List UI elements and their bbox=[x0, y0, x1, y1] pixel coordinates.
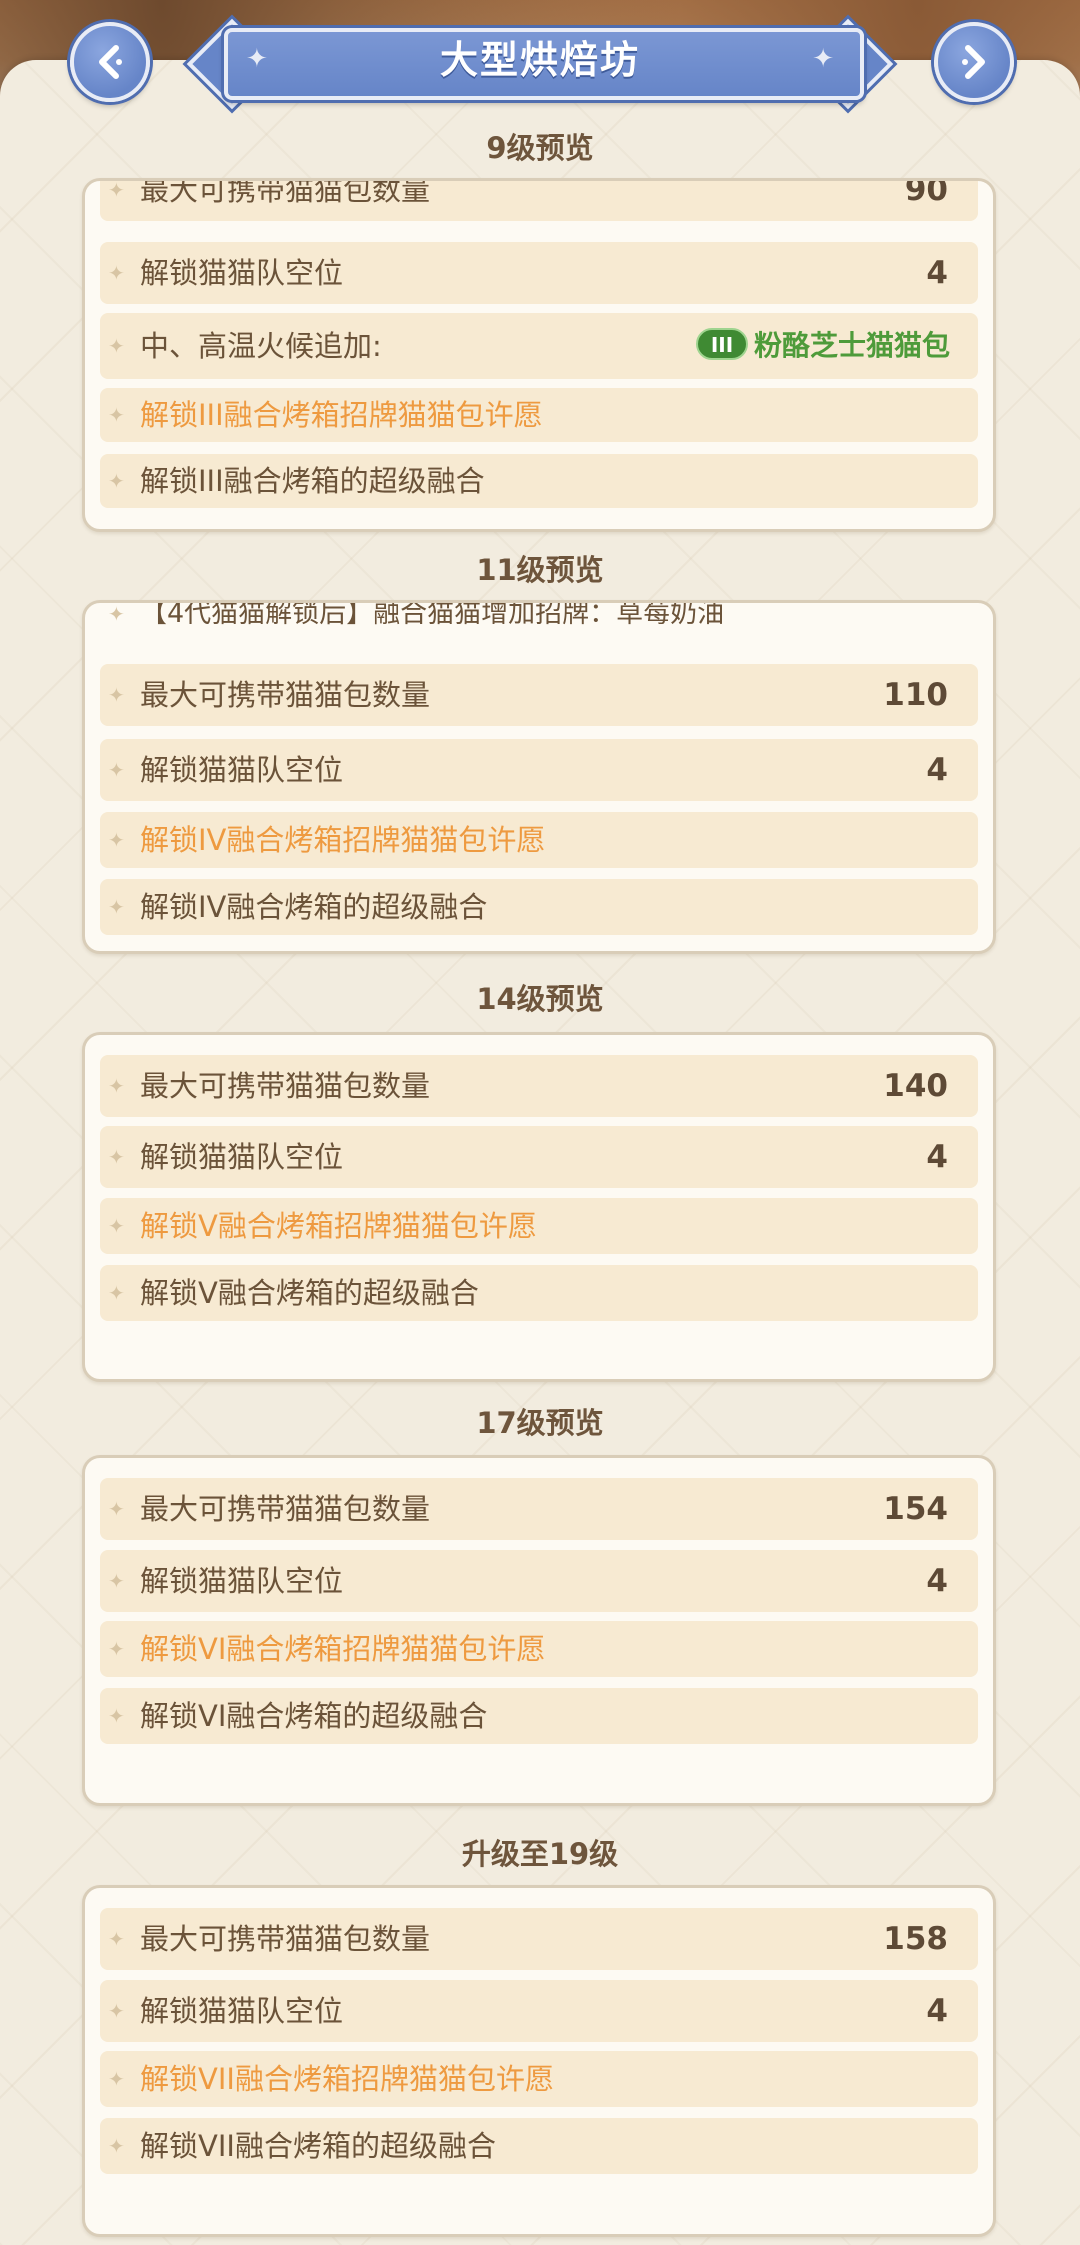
row-label: 解锁VI融合烤箱招牌猫猫包许愿 bbox=[140, 1632, 546, 1666]
row-label: 解锁猫猫队空位 bbox=[140, 1994, 344, 2028]
row-label: 解锁猫猫队空位 bbox=[140, 753, 344, 787]
sparkle-icon: ✦ bbox=[108, 2067, 125, 2091]
list-item: ✦ 解锁IV融合烤箱招牌猫猫包许愿 bbox=[100, 812, 978, 868]
list-item: ✦ 解锁猫猫队空位 4 bbox=[100, 1126, 978, 1188]
sparkle-icon: ✦ bbox=[108, 403, 125, 427]
sparkle-icon: ✦ bbox=[108, 895, 125, 919]
sparkle-icon: ✦ bbox=[108, 1704, 125, 1728]
list-item: ✦ 解锁Ⅴ融合烤箱的超级融合 bbox=[100, 1265, 978, 1321]
list-item: ✦ 解锁猫猫队空位 4 bbox=[100, 739, 978, 801]
list-item: ✦ 最大可携带猫猫包数量 110 bbox=[100, 664, 978, 726]
list-item: ✦ 解锁III融合烤箱的超级融合 bbox=[100, 454, 978, 508]
sparkle-icon: ✦ bbox=[108, 469, 125, 493]
list-item: ✦ 解锁VI融合烤箱的超级融合 bbox=[100, 1688, 978, 1744]
list-item: ✦ 解锁猫猫队空位 4 bbox=[100, 1550, 978, 1612]
sparkle-icon: ✦ bbox=[108, 1999, 125, 2023]
prev-building-button[interactable] bbox=[70, 22, 150, 102]
row-value: 158 bbox=[883, 1921, 948, 1957]
row-label: 解锁IV融合烤箱的超级融合 bbox=[140, 890, 488, 924]
row-label: 解锁IV融合烤箱招牌猫猫包许愿 bbox=[140, 823, 546, 857]
row-label: 最大可携带猫猫包数量 bbox=[140, 678, 431, 712]
row-label: 最大可携带猫猫包数量 bbox=[140, 1492, 431, 1526]
row-label: 解锁猫猫队空位 bbox=[140, 1140, 344, 1174]
row-label: 最大可携带猫猫包数量 bbox=[140, 1069, 431, 1103]
sparkle-icon: ✦ bbox=[108, 2134, 125, 2158]
sparkle-icon: ✦ bbox=[108, 602, 125, 626]
preview-card-level-14[interactable]: ✦ 最大可携带猫猫包数量 140 ✦ 解锁猫猫队空位 4 ✦ 解锁V融合烤箱招牌… bbox=[82, 1032, 996, 1382]
row-label: 最大可携带猫猫包数量 bbox=[140, 1922, 431, 1956]
sparkle-icon: ✦ bbox=[108, 1927, 125, 1951]
list-item: ✦ 最大可携带猫猫包数量 140 bbox=[100, 1055, 978, 1117]
row-label: 解锁Ⅴ融合烤箱的超级融合 bbox=[140, 1276, 479, 1310]
row-label: 解锁V融合烤箱招牌猫猫包许愿 bbox=[140, 1209, 537, 1243]
row-label: 解锁III融合烤箱招牌猫猫包许愿 bbox=[140, 398, 543, 432]
list-item: ✦ 最大可携带猫猫包数量 90 bbox=[100, 178, 978, 221]
list-item: ✦ 【4代猫猫解锁后】融合猫猫增加招牌：草莓奶油 bbox=[100, 600, 978, 645]
list-item: ✦ 解锁VI融合烤箱招牌猫猫包许愿 bbox=[100, 1621, 978, 1677]
row-value: 4 bbox=[926, 752, 948, 788]
sparkle-icon: ✦ bbox=[108, 1637, 125, 1661]
sparkle-icon: ✦ bbox=[108, 683, 125, 707]
row-value: 154 bbox=[883, 1491, 948, 1527]
page-title: 大型烘焙坊 bbox=[439, 38, 640, 82]
sparkle-icon: ✦ bbox=[108, 178, 125, 202]
row-value: 110 bbox=[883, 677, 948, 713]
list-item: ✦ 最大可携带猫猫包数量 158 bbox=[100, 1908, 978, 1970]
preview-card-level-9[interactable]: ✦ 最大可携带猫猫包数量 90 ✦ 解锁猫猫队空位 4 ✦ 中、高温火候追加: … bbox=[82, 178, 996, 532]
sparkle-icon: ✦ bbox=[108, 1569, 125, 1593]
row-value: 4 bbox=[926, 1993, 948, 2029]
sparkle-icon: ✦ bbox=[108, 1145, 125, 1169]
list-item: ✦ 中、高温火候追加: III 粉酪芝士猫猫包 bbox=[100, 313, 978, 379]
sparkle-icon: ✦ bbox=[108, 1281, 125, 1305]
list-item: ✦ 解锁VII融合烤箱的超级融合 bbox=[100, 2118, 978, 2174]
list-item: ✦ 解锁III融合烤箱招牌猫猫包许愿 bbox=[100, 388, 978, 442]
sparkle-icon: ✦ bbox=[108, 758, 125, 782]
row-label: 【4代猫猫解锁后】融合猫猫增加招牌：草莓奶油 bbox=[140, 600, 725, 629]
list-item: ✦ 最大可携带猫猫包数量 154 bbox=[100, 1478, 978, 1540]
section-title-level-19: 升级至19级 bbox=[461, 1837, 619, 1871]
list-item: ✦ 解锁V融合烤箱招牌猫猫包许愿 bbox=[100, 1198, 978, 1254]
sparkle-icon: ✦ bbox=[108, 1497, 125, 1521]
row-label: 解锁猫猫队空位 bbox=[140, 1564, 344, 1598]
chevron-right-icon bbox=[962, 45, 985, 79]
sparkle-icon: ✦ bbox=[108, 1214, 125, 1238]
sparkle-icon: ✦ bbox=[108, 261, 125, 285]
row-value: 140 bbox=[883, 1068, 948, 1104]
preview-card-level-11[interactable]: ✦ 【4代猫猫解锁后】融合猫猫增加招牌：草莓奶油 ✦ 最大可携带猫猫包数量 11… bbox=[82, 600, 996, 954]
row-value: 90 bbox=[904, 178, 948, 208]
row-label: 解锁VII融合烤箱的超级融合 bbox=[140, 2129, 496, 2163]
row-value: 4 bbox=[926, 1563, 948, 1599]
preview-card-level-17[interactable]: ✦ 最大可携带猫猫包数量 154 ✦ 解锁猫猫队空位 4 ✦ 解锁VI融合烤箱招… bbox=[82, 1455, 996, 1806]
chevron-left-icon bbox=[99, 45, 122, 79]
sparkle-icon: ✦ bbox=[108, 828, 125, 852]
row-label: 中、高温火候追加: bbox=[140, 329, 382, 363]
sparkle-icon: ✦ bbox=[108, 1074, 125, 1098]
row-label: 最大可携带猫猫包数量 bbox=[140, 178, 431, 207]
sparkle-icon: ✦ bbox=[108, 334, 125, 358]
section-title-level-9: 9级预览 bbox=[486, 131, 594, 165]
list-item: ✦ 解锁猫猫队空位 4 bbox=[100, 1980, 978, 2042]
reward-name: 粉酪芝士猫猫包 bbox=[753, 329, 950, 362]
row-label: 解锁猫猫队空位 bbox=[140, 256, 344, 290]
section-title-level-11: 11级预览 bbox=[476, 553, 604, 587]
next-building-button[interactable] bbox=[934, 22, 1014, 102]
section-title-level-17: 17级预览 bbox=[476, 1406, 604, 1440]
tier-badge: III bbox=[695, 328, 748, 360]
list-item: ✦ 解锁VII融合烤箱招牌猫猫包许愿 bbox=[100, 2051, 978, 2107]
list-item: ✦ 解锁猫猫队空位 4 bbox=[100, 242, 978, 304]
row-label: 解锁VI融合烤箱的超级融合 bbox=[140, 1699, 488, 1733]
row-label: 解锁VII融合烤箱招牌猫猫包许愿 bbox=[140, 2062, 554, 2096]
title-banner: ✦ ✦ 大型烘焙坊 bbox=[186, 18, 894, 110]
row-label: 解锁III融合烤箱的超级融合 bbox=[140, 464, 485, 498]
list-item: ✦ 解锁IV融合烤箱的超级融合 bbox=[100, 879, 978, 935]
row-value: 4 bbox=[926, 1139, 948, 1175]
reward-item[interactable]: III 粉酪芝士猫猫包 bbox=[695, 313, 950, 379]
preview-card-level-19[interactable]: ✦ 最大可携带猫猫包数量 158 ✦ 解锁猫猫队空位 4 ✦ 解锁VII融合烤箱… bbox=[82, 1885, 996, 2237]
row-value: 4 bbox=[926, 255, 948, 291]
section-title-level-14: 14级预览 bbox=[476, 982, 604, 1016]
